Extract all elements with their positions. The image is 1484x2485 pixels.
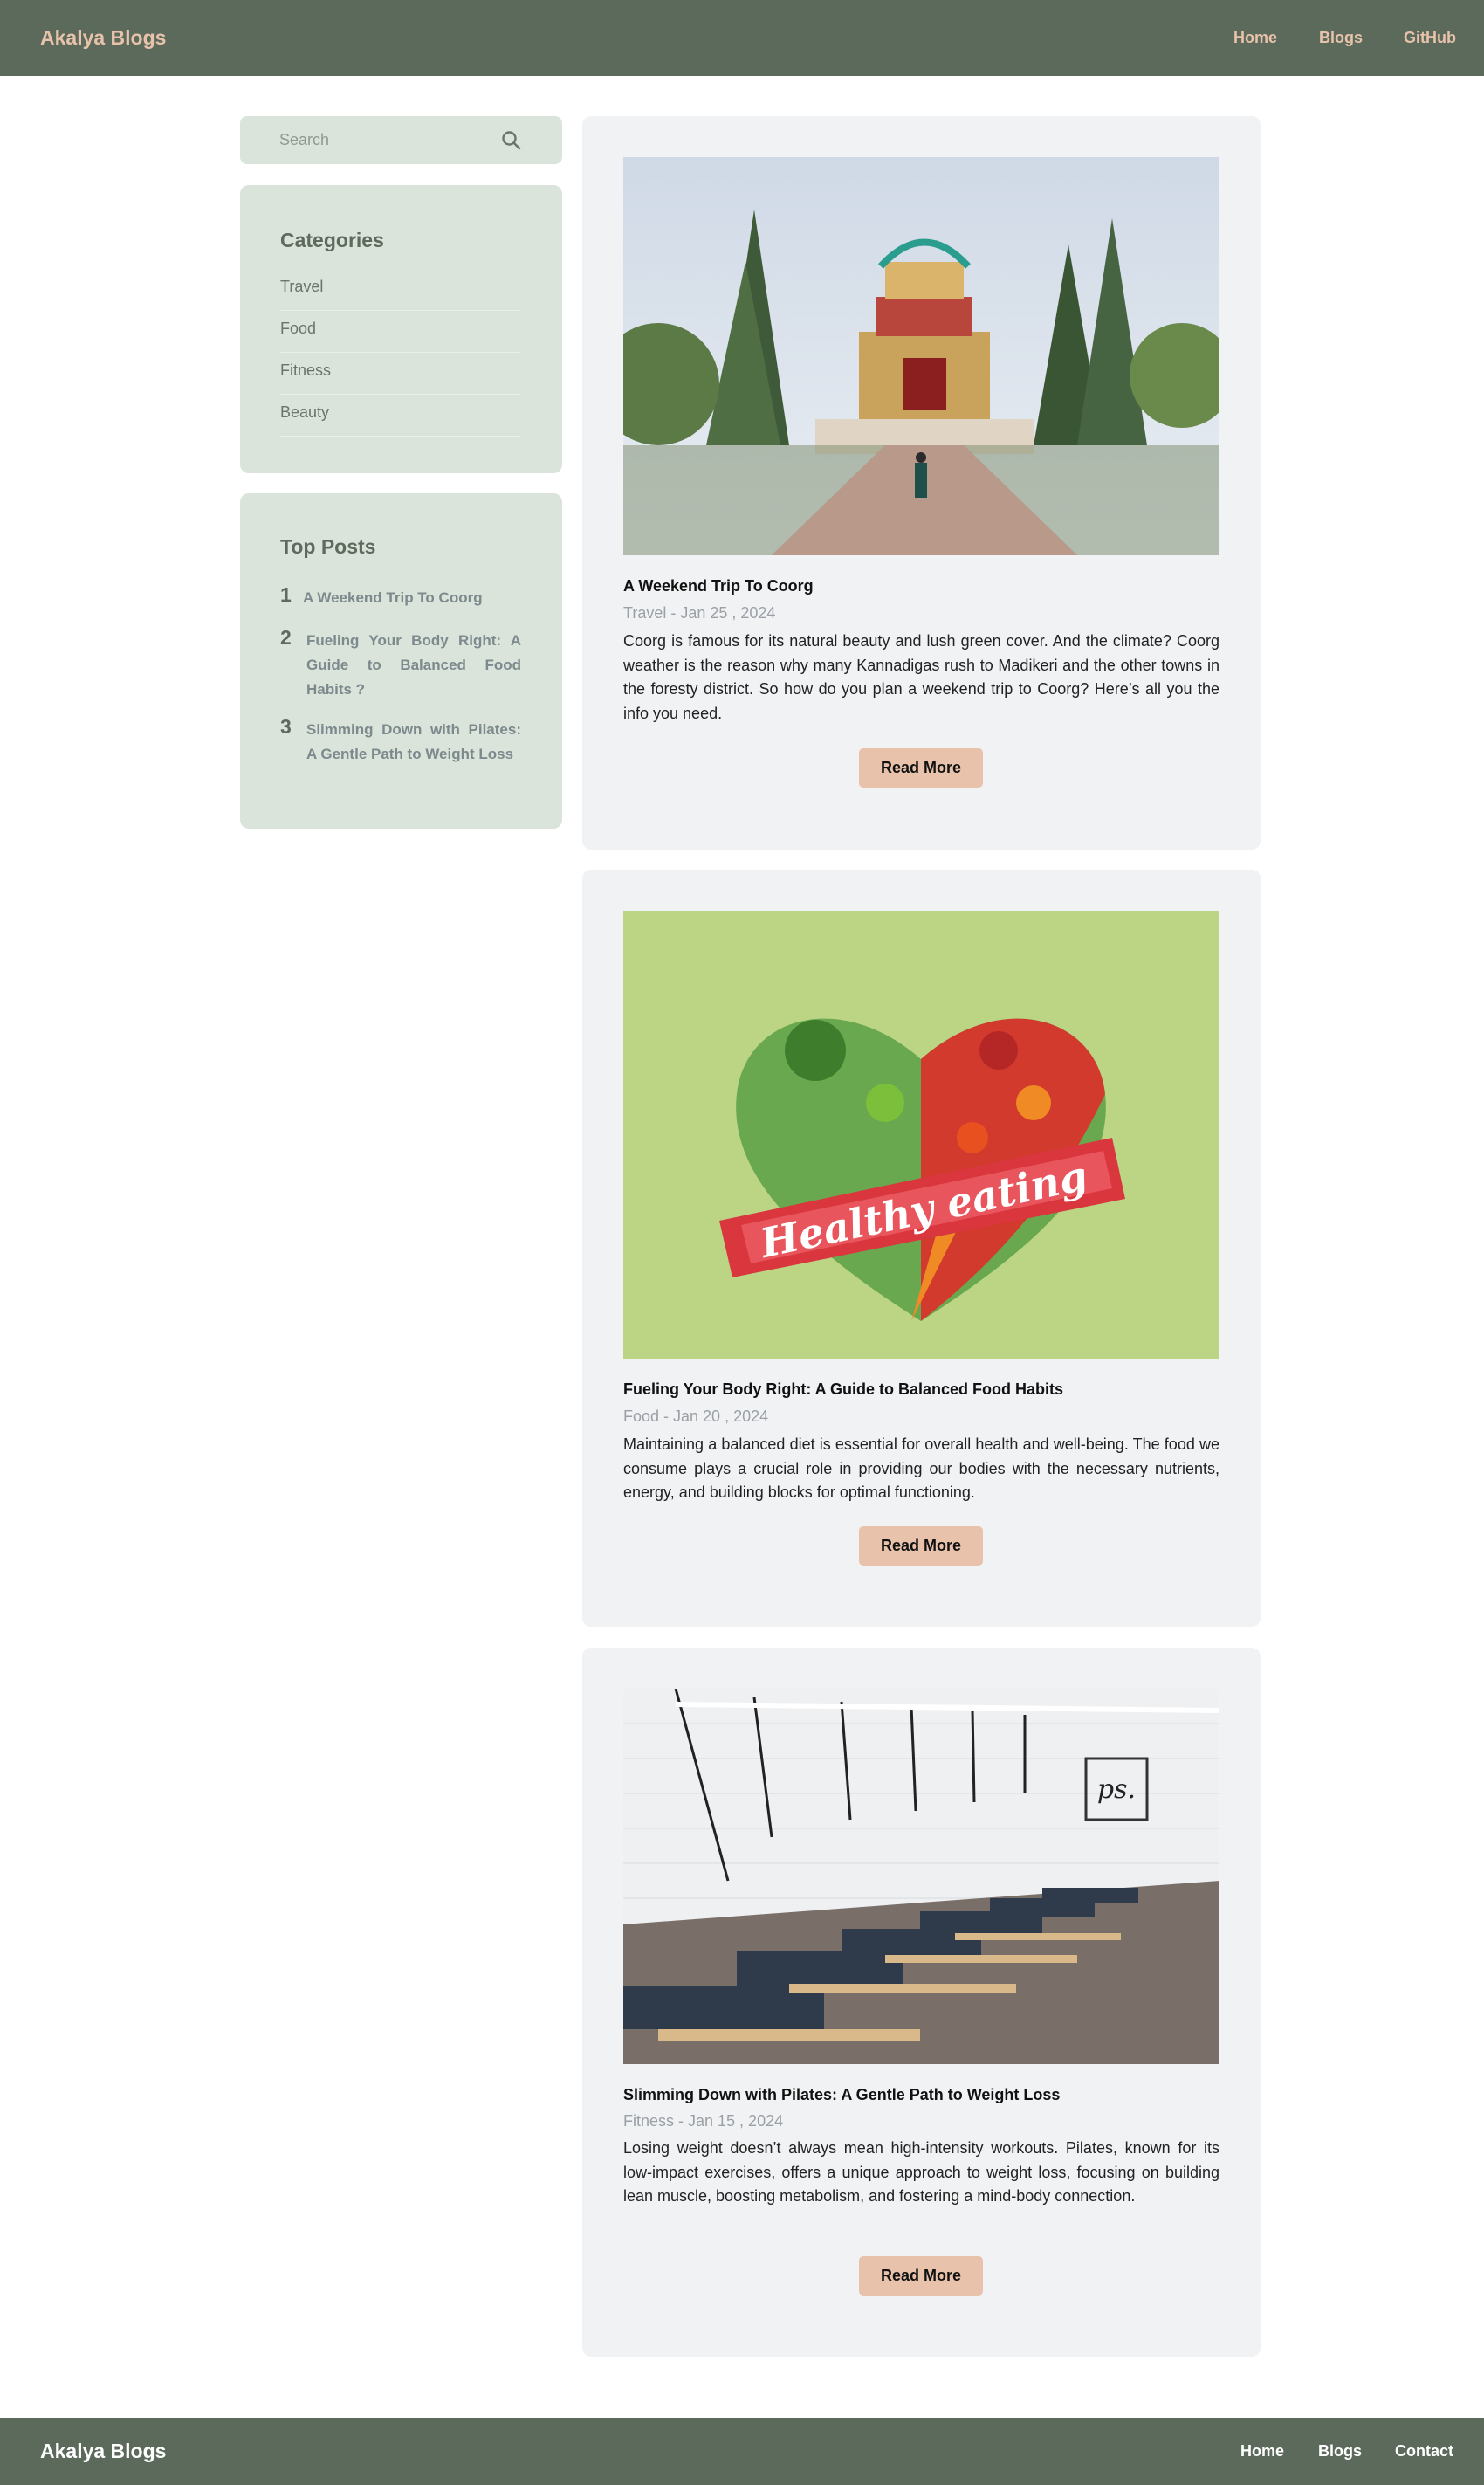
- search-box: [240, 116, 562, 164]
- brand-logo[interactable]: Akalya Blogs: [40, 26, 166, 50]
- top-post-title: Fueling Your Body Right: A Guide to Bala…: [306, 632, 521, 698]
- category-item-fitness[interactable]: Fitness: [280, 353, 521, 395]
- footer-contact-link[interactable]: Contact: [1395, 2442, 1453, 2461]
- nav-home-link[interactable]: Home: [1233, 29, 1277, 47]
- category-item-travel[interactable]: Travel: [280, 269, 521, 311]
- search-input[interactable]: [279, 127, 498, 154]
- top-posts-title: Top Posts: [280, 535, 376, 558]
- post-excerpt: Coorg is famous for its natural beauty a…: [623, 632, 1219, 722]
- top-post-item-1[interactable]: 1 A Weekend Trip To Coorg: [280, 583, 521, 609]
- site-footer: Akalya Blogs Home Blogs Contact: [0, 2418, 1484, 2485]
- top-post-rank: 2: [280, 626, 292, 649]
- nav-github-link[interactable]: GitHub: [1404, 29, 1456, 47]
- post-title[interactable]: A Weekend Trip To Coorg: [623, 577, 1219, 595]
- category-label: Food: [280, 320, 317, 337]
- read-more-button[interactable]: Read More: [859, 748, 983, 788]
- footer-home-link[interactable]: Home: [1240, 2442, 1284, 2461]
- read-more-button[interactable]: Read More: [859, 1526, 983, 1566]
- post-card: ps. Slimming Down with Pilates: A Gentle…: [582, 1648, 1261, 2357]
- post-title[interactable]: Fueling Your Body Right: A Guide to Bala…: [623, 1380, 1219, 1399]
- post-card: Healthy eating Fueling Your Body Right: …: [582, 870, 1261, 1627]
- top-post-item-2[interactable]: 2 Fueling Your Body Right: A Guide to Ba…: [280, 626, 521, 701]
- top-post-item-3[interactable]: 3 Slimming Down with Pilates: A Gentle P…: [280, 715, 521, 790]
- top-posts-panel: Top Posts 1 A Weekend Trip To Coorg 2 Fu…: [240, 493, 562, 829]
- category-item-beauty[interactable]: Beauty: [280, 395, 521, 437]
- post-title[interactable]: Slimming Down with Pilates: A Gentle Pat…: [623, 2086, 1219, 2104]
- search-icon[interactable]: [499, 128, 524, 153]
- footer-brand[interactable]: Akalya Blogs: [40, 2440, 166, 2463]
- footer-blogs-link[interactable]: Blogs: [1318, 2442, 1362, 2461]
- top-post-rank: 1: [280, 583, 292, 606]
- post-card: A Weekend Trip To Coorg Travel - Jan 25 …: [582, 116, 1261, 850]
- nav-blogs-link[interactable]: Blogs: [1319, 29, 1363, 47]
- post-excerpt: Losing weight doesn’t always mean high-i…: [623, 2139, 1219, 2205]
- read-more-button[interactable]: Read More: [859, 2256, 983, 2296]
- category-item-food[interactable]: Food: [280, 311, 521, 353]
- category-label: Beauty: [280, 403, 330, 421]
- site-header: Akalya Blogs Home Blogs GitHub: [0, 0, 1484, 76]
- categories-title: Categories: [280, 229, 384, 251]
- post-image-pilates-studio[interactable]: ps.: [623, 1689, 1219, 2064]
- top-post-title: A Weekend Trip To Coorg: [303, 589, 483, 606]
- post-meta: Fitness - Jan 15 , 2024: [623, 2112, 784, 2130]
- post-meta: Travel - Jan 25 , 2024: [623, 604, 776, 622]
- post-image-healthy-eating[interactable]: Healthy eating: [623, 911, 1219, 1359]
- post-meta: Food - Jan 20 , 2024: [623, 1408, 769, 1425]
- post-image-coorg-temple[interactable]: [623, 157, 1219, 555]
- category-label: Fitness: [280, 361, 332, 379]
- post-excerpt: Maintaining a balanced diet is essential…: [623, 1435, 1219, 1501]
- categories-panel: Categories Travel Food Fitness Beauty: [240, 185, 562, 473]
- studio-sign-text: ps.: [1097, 1774, 1136, 1805]
- top-post-title: Slimming Down with Pilates: A Gentle Pat…: [306, 721, 521, 762]
- category-label: Travel: [280, 278, 324, 295]
- top-post-rank: 3: [280, 715, 292, 738]
